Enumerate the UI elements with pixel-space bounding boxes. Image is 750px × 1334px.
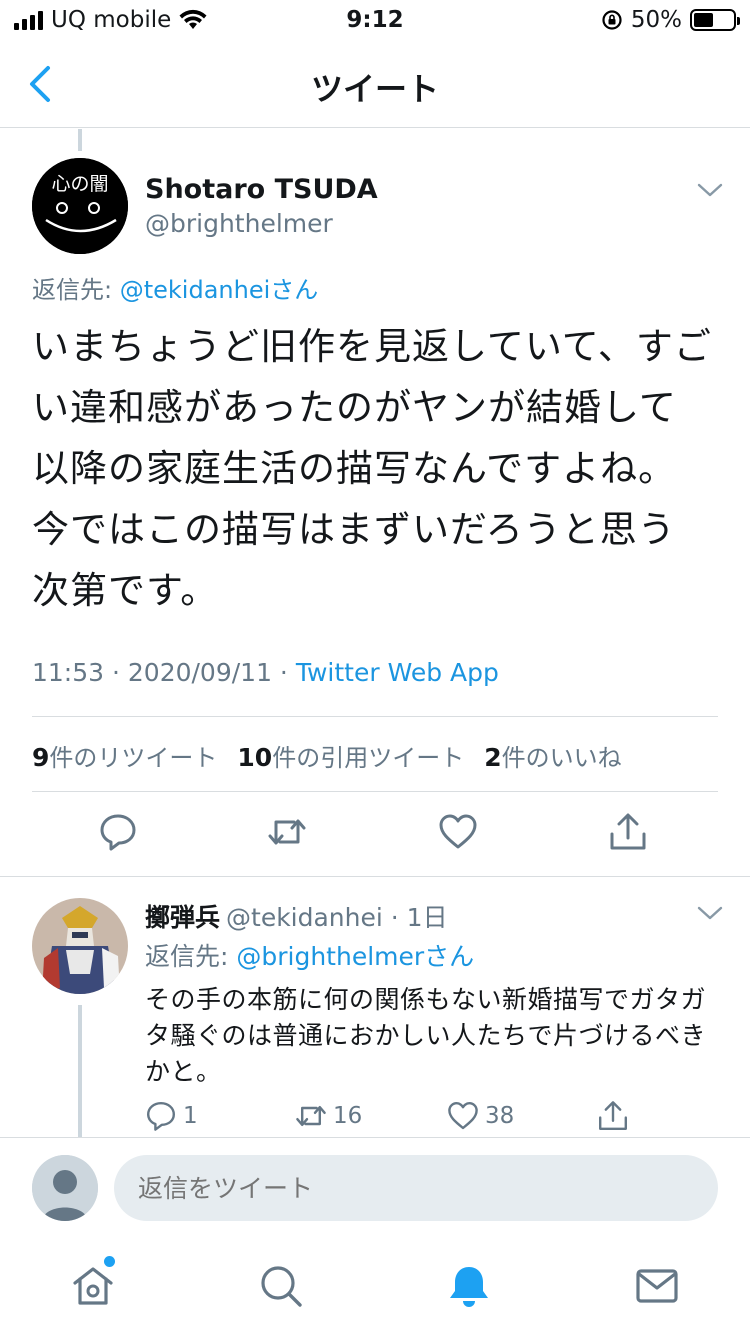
default-avatar-icon (32, 1155, 98, 1221)
battery-icon (690, 9, 740, 31)
tweet-text: いまちょうど旧作を見返していて、すごい違和感があったのがヤンが結婚して以降の家庭… (32, 325, 712, 612)
reply-to: 返信先: @brighthelmerさん (145, 937, 474, 973)
status-right: 50% (601, 7, 740, 33)
tweet-timestamp[interactable]: 11:53 · 2020/09/11 · (32, 658, 296, 687)
tweet-actions (0, 812, 750, 856)
battery-percent: 50% (630, 7, 682, 33)
page-title: ツイート (310, 70, 439, 108)
status-bar: UQ mobile 9:12 50% (0, 0, 750, 40)
avatar-logo-text: 心の闇 (51, 173, 108, 195)
divider (32, 791, 718, 792)
reply-icon (147, 1102, 175, 1131)
chevron-down-icon[interactable] (697, 905, 723, 921)
reply-retweet-count: 16 (333, 1103, 363, 1129)
notifications-icon[interactable] (446, 1263, 492, 1309)
tweet-meta: 11:53 · 2020/09/11 · Twitter Web App (32, 658, 499, 687)
reply-to-link[interactable]: @tekidanheiさん (120, 276, 319, 304)
divider (32, 716, 718, 717)
nav-bar: ツイート (0, 40, 750, 128)
share-icon (599, 1101, 627, 1130)
reply-to-prefix: 返信先: (145, 942, 237, 971)
retweet-stat[interactable]: 9件のリツイート (32, 738, 217, 773)
orientation-lock-icon (602, 10, 622, 30)
like-count: 2 (484, 743, 502, 772)
retweet-stat-label: 件のリツイート (49, 744, 218, 772)
reply-input[interactable] (114, 1155, 718, 1221)
reply-to-prefix: 返信先: (32, 276, 120, 304)
messages-icon[interactable] (634, 1263, 680, 1309)
reply-icon[interactable] (98, 812, 138, 852)
quote-stat[interactable]: 10件の引用ツイート (237, 738, 464, 773)
chevron-down-icon[interactable] (697, 182, 723, 198)
like-icon[interactable] (438, 812, 478, 852)
thread-line (78, 1005, 82, 1137)
like-stat-label: 件のいいね (501, 744, 622, 772)
reply-to-link[interactable]: @brighthelmerさん (236, 942, 474, 971)
like-icon (448, 1102, 478, 1130)
quote-count: 10 (237, 743, 273, 772)
user-avatar[interactable] (32, 1155, 98, 1221)
reply-like-button[interactable]: 38 (447, 1100, 514, 1132)
reply-avatar[interactable] (32, 898, 128, 994)
reply-to: 返信先: @tekidanheiさん (32, 270, 318, 305)
tab-bar (0, 1239, 750, 1334)
robot-avatar-icon (32, 898, 128, 994)
compose-bar (0, 1137, 750, 1239)
retweet-icon (296, 1106, 326, 1126)
reply-header: 擲弾兵 @tekidanhei · 1日 (145, 898, 448, 934)
home-icon[interactable] (70, 1263, 116, 1309)
avatar-face-icon: 心の闇 (32, 158, 128, 254)
reply-retweet-button[interactable]: 16 (295, 1100, 362, 1132)
thread-line (78, 129, 82, 151)
like-stat[interactable]: 2件のいいね (484, 738, 621, 773)
quote-stat-label: 件の引用ツイート (272, 744, 465, 772)
reply-author-name[interactable]: 擲弾兵 (145, 903, 220, 932)
retweet-icon[interactable] (267, 812, 307, 852)
share-icon[interactable] (608, 812, 648, 852)
reply-reply-button[interactable]: 1 (145, 1100, 198, 1132)
tweet-source[interactable]: Twitter Web App (296, 658, 499, 687)
author-name[interactable]: Shotaro TSUDA (145, 174, 378, 205)
search-icon[interactable] (258, 1263, 304, 1309)
avatar[interactable]: 心の闇 (32, 158, 128, 254)
reply-count: 1 (183, 1103, 198, 1129)
notification-dot (104, 1256, 115, 1267)
reply-share-button[interactable] (597, 1100, 629, 1132)
reply-text: その手の本筋に何の関係もない新婚描写でガタガタ騒ぐのは普通におかしい人たちで片づ… (145, 985, 707, 1086)
tweet-stats: 9件のリツイート 10件の引用ツイート 2件のいいね (32, 738, 622, 773)
reply-author-handle[interactable]: @tekidanhei · 1日 (226, 903, 448, 932)
divider (0, 876, 750, 877)
reply-like-count: 38 (485, 1103, 515, 1129)
retweet-count: 9 (32, 743, 50, 772)
author-handle[interactable]: @brighthelmer (145, 209, 333, 238)
reply-actions: 1 16 38 (145, 1100, 645, 1136)
